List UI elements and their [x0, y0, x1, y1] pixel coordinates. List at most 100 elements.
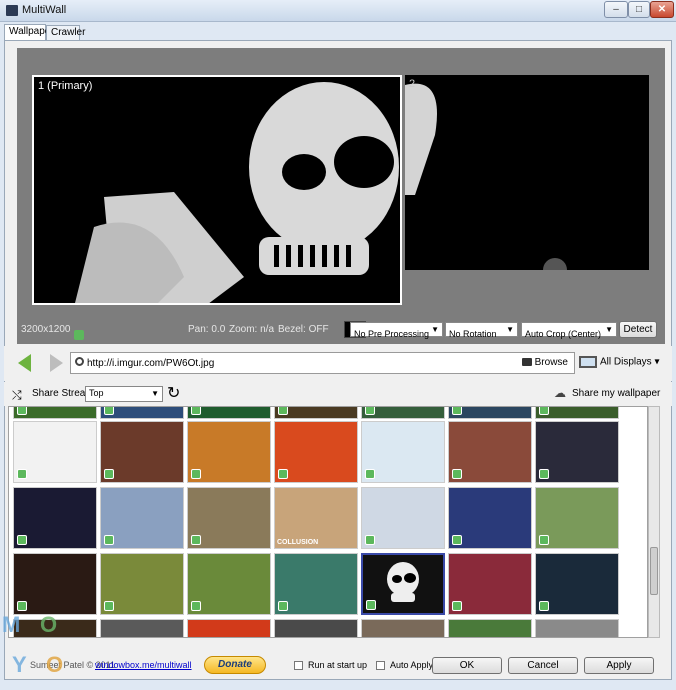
preview-status-row: 3200x1200 Pan: 0.0 Zoom: n/a Bezel: OFF …: [17, 318, 665, 342]
ok-button[interactable]: OK: [432, 657, 502, 674]
like-icon: [365, 535, 375, 545]
cancel-button[interactable]: Cancel: [508, 657, 578, 674]
apply-button[interactable]: Apply: [584, 657, 654, 674]
wallpaper-thumbnail[interactable]: [100, 421, 184, 483]
wallpaper-thumbnail[interactable]: [187, 553, 271, 615]
wallpaper-thumbnail[interactable]: [13, 487, 97, 549]
donate-button[interactable]: Donate: [204, 656, 266, 674]
wallpaper-thumbnail[interactable]: [361, 487, 445, 549]
wallpaper-thumbnail[interactable]: [13, 407, 97, 419]
watermark-logo: M: [2, 612, 21, 637]
like-icon: [452, 601, 462, 611]
shuffle-icon: ⤭: [12, 388, 22, 402]
wallpaper-thumbnail[interactable]: [187, 421, 271, 483]
like-icon: [452, 469, 462, 479]
wallpaper-thumbnail[interactable]: [361, 421, 445, 483]
wallpaper-thumbnail[interactable]: [100, 487, 184, 549]
pre-processing-select[interactable]: No Pre Processing ▼: [350, 322, 443, 339]
website-link[interactable]: windowbox.me/multiwall: [95, 660, 192, 670]
stream-toolbar: ⤭ Share Stream Top ▼ ↻ ☁ Share my wallpap…: [4, 382, 672, 406]
wallpaper-thumbnail[interactable]: [448, 421, 532, 483]
tab-crawler[interactable]: Crawler: [46, 25, 85, 41]
sort-select[interactable]: Top ▼: [85, 386, 163, 402]
watermark-logo-y: Y: [12, 652, 27, 677]
like-icon: [365, 407, 375, 415]
wallpaper-thumbnail[interactable]: [535, 553, 619, 615]
like-icon: [452, 407, 462, 415]
like-icon: [278, 469, 288, 479]
like-icon: [191, 469, 201, 479]
wallpaper-thumbnail[interactable]: [274, 421, 358, 483]
share-wallpaper-button[interactable]: Share my wallpaper: [572, 388, 660, 399]
close-button[interactable]: ✕: [650, 1, 674, 18]
wallpaper-thumbnail[interactable]: [448, 553, 532, 615]
monitor-1-label: 1 (Primary): [38, 80, 93, 92]
wallpaper-thumbnail[interactable]: [187, 619, 271, 637]
forward-arrow-icon[interactable]: [50, 354, 63, 372]
like-icon: [104, 601, 114, 611]
thumbnail-caption: COLLUSION: [277, 539, 319, 546]
url-text: http://i.imgur.com/PW6Ot.jpg: [87, 358, 215, 369]
wallpaper-thumbnail[interactable]: [361, 619, 445, 637]
browse-button[interactable]: Browse: [521, 357, 568, 368]
like-icon: [539, 469, 549, 479]
wallpaper-thumbnail[interactable]: [448, 407, 532, 419]
monitor-2-preview[interactable]: 2: [405, 75, 649, 270]
watermark-logo-o: O: [40, 612, 58, 637]
wallpaper-thumbnail[interactable]: [187, 487, 271, 549]
grid-scrollbar[interactable]: [648, 406, 660, 638]
rotation-select[interactable]: No Rotation ▼: [445, 322, 518, 339]
resolution-text: 3200x1200: [21, 324, 84, 340]
refresh-icon[interactable]: ↻: [167, 383, 180, 403]
back-arrow-icon[interactable]: [18, 354, 31, 372]
like-icon: [539, 407, 549, 415]
wallpaper-thumbnail[interactable]: [535, 619, 619, 637]
title-bar: MultiWall – □ ✕: [0, 0, 676, 22]
wallpaper-thumbnail[interactable]: [13, 421, 97, 483]
wallpaper-thumbnail[interactable]: [448, 619, 532, 637]
wallpaper-thumbnail[interactable]: [274, 407, 358, 419]
like-icon: [73, 330, 84, 340]
scrollbar-thumb[interactable]: [650, 547, 658, 595]
like-icon: [278, 601, 288, 611]
window-title: MultiWall: [22, 4, 67, 16]
wallpaper-thumbnail[interactable]: [13, 553, 97, 615]
like-icon: [452, 535, 462, 545]
url-field[interactable]: http://i.imgur.com/PW6Ot.jpg Browse: [70, 352, 575, 374]
crop-select[interactable]: Auto Crop (Center) ▼: [521, 322, 617, 339]
monitor-preview[interactable]: 1 (Primary) 2: [17, 48, 665, 344]
wallpaper-thumbnail[interactable]: [274, 619, 358, 637]
like-icon: [104, 535, 114, 545]
wallpaper-thumbnail[interactable]: [361, 407, 445, 419]
like-icon: [539, 601, 549, 611]
detect-button[interactable]: Detect: [619, 321, 657, 338]
wallpaper-thumbnail[interactable]: COLLUSION: [274, 487, 358, 549]
wallpaper-thumbnail[interactable]: [100, 553, 184, 615]
bezel-text[interactable]: Bezel: OFF: [278, 324, 329, 335]
like-icon: [17, 535, 27, 545]
auto-apply-checkbox[interactable]: Auto Apply: [376, 660, 433, 671]
wallpaper-thumbnail[interactable]: [361, 553, 445, 615]
tab-wallpaper[interactable]: Wallpaper: [4, 24, 54, 41]
wallpaper-thumbnail[interactable]: [448, 487, 532, 549]
wallpaper-thumbnail[interactable]: [535, 487, 619, 549]
wallpaper-thumbnail[interactable]: [274, 553, 358, 615]
wallpaper-thumbnail[interactable]: [535, 421, 619, 483]
watermark-logo-o2: O: [46, 652, 64, 677]
wallpaper-thumbnail[interactable]: [100, 619, 184, 637]
like-icon: [17, 407, 27, 415]
skull-thumbnail-image: [387, 562, 419, 602]
cloud-upload-icon: ☁: [554, 386, 566, 400]
search-icon: [75, 357, 84, 366]
wallpaper-thumbnail[interactable]: [100, 407, 184, 419]
wallpaper-thumbnail[interactable]: [187, 407, 271, 419]
like-icon: [539, 535, 549, 545]
wallpaper-thumbnail[interactable]: [535, 407, 619, 419]
minimize-button[interactable]: –: [604, 1, 628, 18]
run-at-startup-checkbox[interactable]: Run at start up: [294, 660, 367, 671]
displays-dropdown[interactable]: All Displays ▾: [579, 356, 660, 368]
monitor-1-preview[interactable]: 1 (Primary): [32, 75, 402, 305]
maximize-button[interactable]: □: [628, 1, 650, 18]
pirate-flag-image: [34, 77, 400, 303]
zoom-text: Zoom: n/a: [229, 324, 275, 335]
